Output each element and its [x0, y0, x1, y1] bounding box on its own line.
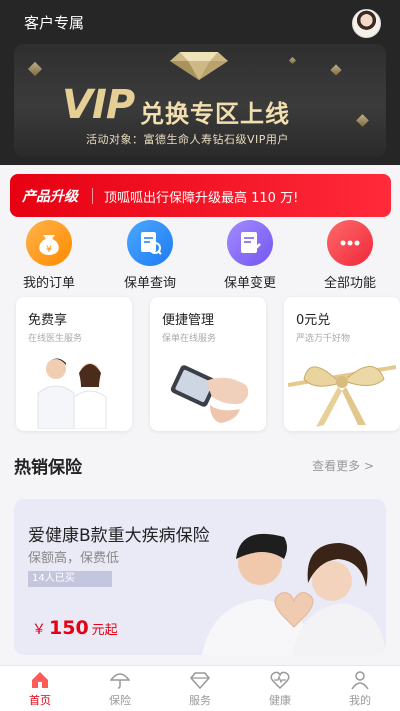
tab-label: 保险 — [109, 694, 131, 707]
quick-action-label: 保单查询 — [123, 276, 176, 291]
header: 客户专属 VIP 兑换专区上线 活动对象：富德生命人寿钻石级VIP用户 — [0, 0, 400, 165]
vip-banner[interactable]: VIP 兑换专区上线 活动对象：富德生命人寿钻石级VIP用户 — [14, 44, 386, 157]
quick-action-label: 全部功能 — [323, 276, 376, 291]
phone-hand-image — [170, 365, 249, 423]
banner-vip-text: VIP — [62, 82, 135, 128]
card-policy-management[interactable]: 便捷管理 保单在线服务 — [150, 297, 266, 431]
banner-title: 兑换专区上线 — [140, 100, 290, 128]
quick-actions: ¥ 我的订单 保单查询 保单变更 全部功能 — [0, 220, 400, 292]
section-title: 热销保险 — [14, 458, 82, 478]
tab-label: 健康 — [269, 694, 291, 707]
umbrella-icon — [110, 673, 130, 689]
bottom-tab-bar: 首页 保险 服务 健康 我的 — [0, 665, 400, 711]
home-icon — [32, 672, 48, 688]
gold-cube-icon — [288, 56, 297, 65]
buyers-badge: 14人已买 — [28, 571, 112, 587]
page-title: 客户专属 — [24, 14, 85, 32]
product-description: 保额高，保费低 — [28, 551, 120, 566]
card-subtitle: 严选万千好物 — [296, 334, 351, 344]
price-suffix: 元起 — [91, 623, 118, 638]
tab-mine[interactable]: 我的 — [320, 670, 400, 708]
gold-cube-icon — [27, 61, 43, 77]
gold-cube-icon — [356, 114, 369, 127]
quick-action-policy-change[interactable]: 保单变更 — [210, 220, 290, 291]
promo-text: 顶呱呱出行保障升级最高 110 万! — [104, 191, 299, 206]
tab-label: 首页 — [29, 694, 51, 707]
couple-image — [202, 533, 386, 655]
document-search-icon — [127, 220, 173, 266]
quick-action-all[interactable]: 全部功能 — [310, 220, 390, 291]
quick-action-orders[interactable]: ¥ 我的订单 — [9, 220, 89, 291]
tab-label: 服务 — [189, 694, 211, 707]
heart-pulse-icon — [270, 671, 290, 690]
product-card[interactable]: 爱健康B款重大疾病保险 保额高，保费低 14人已买 ￥ 150 元起 — [14, 499, 386, 655]
divider — [92, 188, 93, 204]
promo-tag: 产品升级 — [22, 189, 78, 205]
card-subtitle: 在线医生服务 — [28, 334, 83, 344]
view-more-link[interactable]: 查看更多 > — [312, 457, 374, 474]
tab-insurance[interactable]: 保险 — [80, 670, 160, 708]
gold-cube-icon — [330, 64, 342, 76]
user-icon — [351, 671, 369, 690]
card-free-doctor[interactable]: 免费享 在线医生服务 — [16, 297, 132, 431]
tab-home[interactable]: 首页 — [0, 670, 80, 708]
quick-action-label: 保单变更 — [223, 276, 276, 291]
avatar[interactable] — [352, 9, 381, 38]
banner-subtitle: 活动对象：富德生命人寿钻石级VIP用户 — [86, 133, 289, 146]
product-price: ￥ 150 元起 — [32, 617, 118, 639]
gift-bow-image — [288, 365, 396, 427]
svg-text:¥: ¥ — [46, 245, 52, 255]
card-title: 免费享 — [28, 313, 68, 328]
diamond-icon — [190, 672, 210, 690]
card-zero-exchange[interactable]: 0元兑 严选万千好物 — [284, 297, 400, 431]
promo-bar[interactable]: 产品升级 顶呱呱出行保障升级最高 110 万! — [10, 174, 391, 217]
carousel-indicator — [40, 146, 70, 157]
quick-action-label: 我的订单 — [22, 276, 75, 291]
more-dots-icon — [327, 220, 373, 266]
price-currency: ￥ — [32, 622, 46, 638]
document-edit-icon — [227, 220, 273, 266]
tab-health[interactable]: 健康 — [240, 670, 320, 708]
tab-label: 我的 — [349, 694, 371, 707]
card-title: 便捷管理 — [162, 313, 215, 328]
doctors-image — [37, 358, 107, 429]
card-title: 0元兑 — [296, 313, 331, 328]
tab-service[interactable]: 服务 — [160, 670, 240, 708]
money-bag-icon: ¥ — [26, 220, 72, 266]
diamond-icon — [170, 52, 228, 80]
price-value: 150 — [49, 617, 89, 639]
quick-action-policy-query[interactable]: 保单查询 — [110, 220, 190, 291]
card-subtitle: 保单在线服务 — [162, 334, 217, 344]
